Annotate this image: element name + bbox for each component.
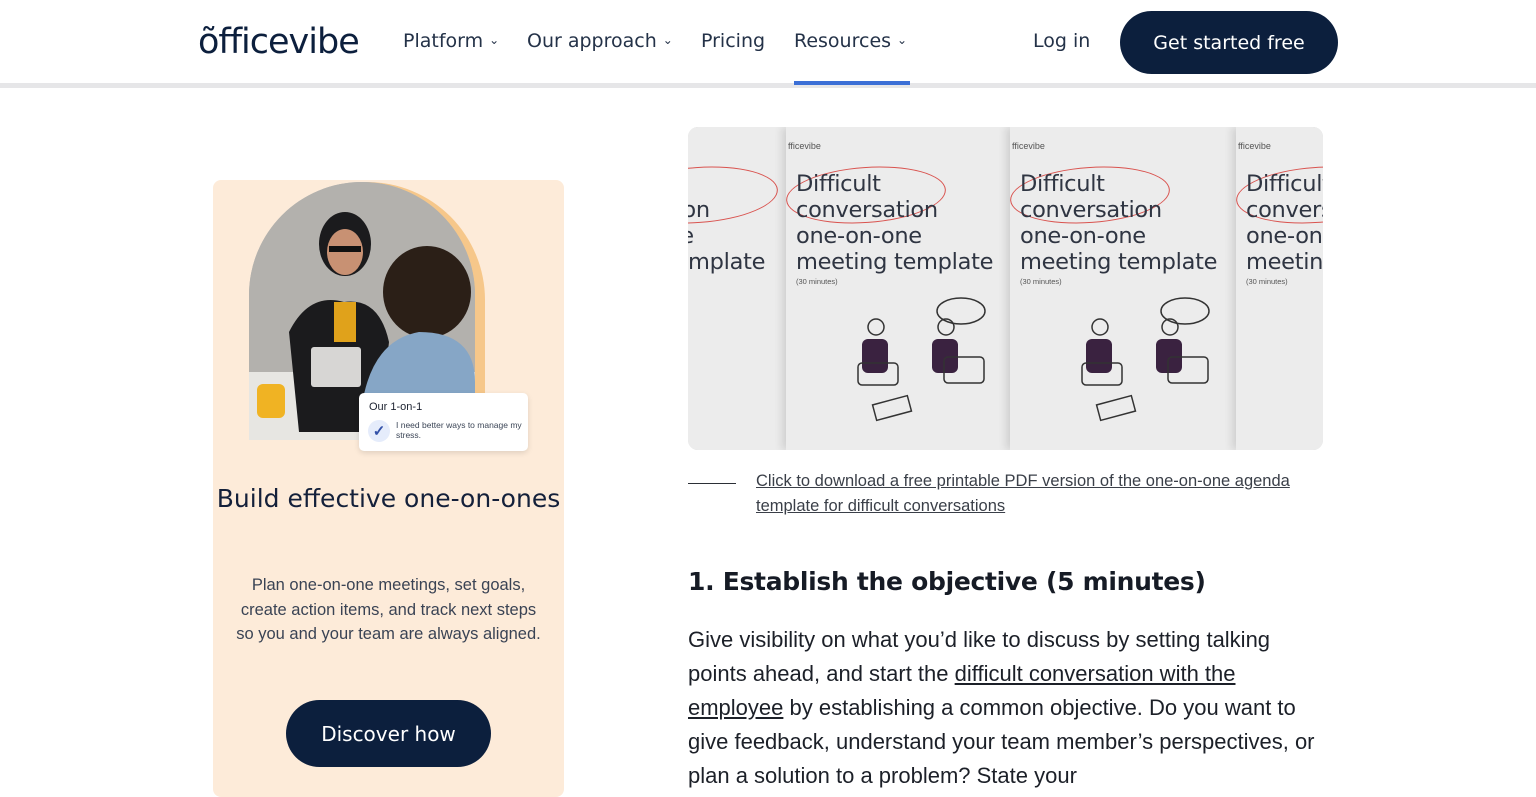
nav-pricing[interactable]: Pricing: [701, 30, 765, 52]
sheet-title: Difficultconversationone-on-onemeeting t…: [1020, 171, 1218, 275]
sheet-subtitle: (30 minutes): [1020, 277, 1062, 286]
people-illustration: [1081, 297, 1210, 422]
template-sheet: fficevibe Difficultconversationone-on-on…: [1008, 127, 1236, 450]
one-on-one-chip: Our 1-on-1 ✓ I need better ways to manag…: [359, 393, 528, 451]
login-link[interactable]: Log in: [1033, 30, 1090, 52]
chevron-down-icon: ⌄: [662, 33, 673, 47]
chip-title: Our 1-on-1: [369, 401, 423, 413]
sheet-brand: fficevibe: [1012, 141, 1045, 151]
template-sheet: Difficultconversationone-on-onemeeting t…: [688, 127, 786, 450]
discover-how-button[interactable]: Discover how: [286, 700, 491, 767]
nav-resources[interactable]: Resources ⌄: [794, 30, 907, 52]
checkmark-icon: ✓: [368, 420, 390, 442]
sheet-subtitle: (30 minutes): [796, 277, 838, 286]
nav-platform-label: Platform: [403, 30, 484, 52]
officevibe-logo[interactable]: õfficevibe: [198, 22, 360, 62]
sheet-title: Difficultconversationone-on-onemeeting t…: [1246, 171, 1323, 275]
chevron-down-icon: ⌄: [489, 33, 500, 47]
nav-pricing-label: Pricing: [701, 30, 766, 52]
nav-resources-label: Resources: [794, 30, 892, 52]
get-started-button[interactable]: Get started free: [1120, 11, 1338, 74]
download-pdf-link[interactable]: Click to download a free printable PDF v…: [756, 469, 1316, 519]
sheet-brand: fficevibe: [788, 141, 821, 151]
sheet-brand: fficevibe: [1238, 141, 1271, 151]
template-sheet: fficevibe Difficultconversationone-on-on…: [784, 127, 1010, 450]
caption-divider: [688, 483, 736, 484]
template-preview-image[interactable]: Difficultconversationone-on-onemeeting t…: [688, 127, 1323, 450]
sheet-title: Difficultconversationone-on-onemeeting t…: [688, 197, 766, 275]
template-sheet: fficevibe Difficultconversationone-on-on…: [1234, 127, 1323, 450]
nav-our-approach[interactable]: Our approach ⌄: [527, 30, 673, 52]
promo-title: Build effective one-on-ones: [216, 484, 561, 513]
people-illustration: [857, 297, 986, 422]
site-header: õfficevibe Platform ⌄ Our approach ⌄ Pri…: [0, 0, 1536, 88]
section-heading: 1. Establish the objective (5 minutes): [688, 567, 1206, 596]
sheet-title: Difficultconversationone-on-onemeeting t…: [796, 171, 994, 275]
promo-description: Plan one-on-one meetings, set goals, cre…: [236, 576, 541, 643]
chip-text: I need better ways to manage my stress.: [396, 420, 522, 440]
nav-platform[interactable]: Platform ⌄: [403, 30, 499, 52]
chevron-down-icon: ⌄: [897, 33, 908, 47]
nav-active-indicator: [794, 81, 910, 85]
nav-our-approach-label: Our approach: [527, 30, 657, 52]
section-body: Give visibility on what you’d like to di…: [688, 623, 1328, 793]
sheet-subtitle: (30 minutes): [1246, 277, 1288, 286]
